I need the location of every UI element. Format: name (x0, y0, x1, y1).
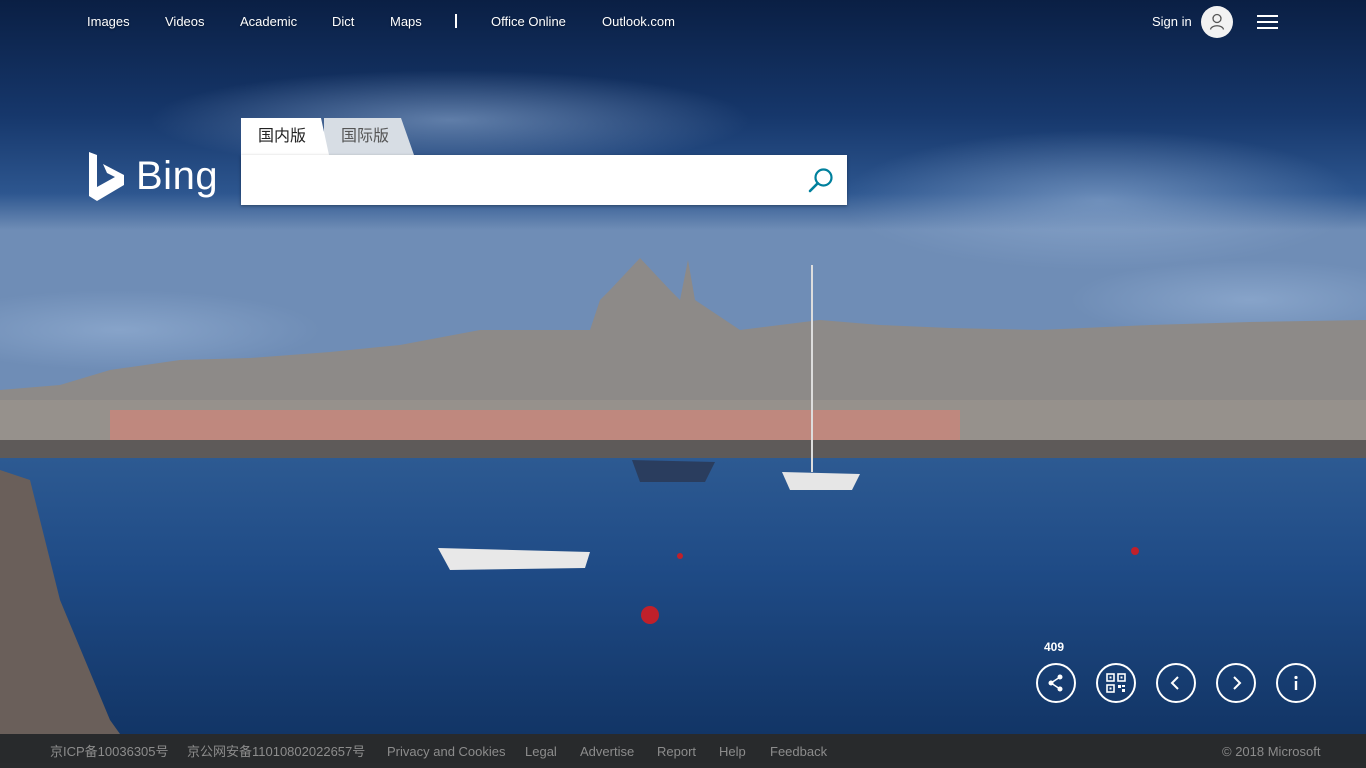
footer-link-report[interactable]: Report (657, 744, 696, 759)
footer: 京ICP备10036305号 京公网安备11010802022657号 Priv… (0, 734, 1366, 768)
tab-domestic[interactable]: 国内版 (241, 118, 329, 155)
nav-divider (455, 14, 457, 28)
qr-code-icon (1106, 673, 1126, 693)
bing-logo[interactable]: Bing (88, 151, 218, 203)
footer-link-icp[interactable]: 京ICP备10036305号 (50, 744, 169, 759)
image-info-button[interactable] (1276, 663, 1316, 703)
search-box (241, 155, 847, 205)
qr-code-button[interactable] (1096, 663, 1136, 703)
user-icon (1209, 13, 1225, 30)
nav-link-videos[interactable]: Videos (165, 14, 205, 30)
search-icon (808, 168, 833, 193)
top-navigation: Images Videos Academic Dict Maps Office … (0, 0, 1366, 44)
avatar[interactable] (1201, 6, 1233, 38)
footer-link-legal[interactable]: Legal (525, 744, 557, 759)
nav-link-dict[interactable]: Dict (332, 14, 354, 30)
tab-international[interactable]: 国际版 (324, 118, 414, 155)
nav-link-academic[interactable]: Academic (240, 14, 297, 30)
chevron-right-icon (1233, 676, 1242, 690)
share-count: 409 (1044, 640, 1065, 654)
share-button[interactable] (1036, 663, 1076, 703)
chevron-left-icon (1170, 676, 1179, 690)
footer-link-advertise[interactable]: Advertise (580, 744, 634, 759)
copyright-text: © 2018 Microsoft (1222, 744, 1321, 759)
footer-link-feedback[interactable]: Feedback (770, 744, 827, 759)
footer-link-privacy[interactable]: Privacy and Cookies (387, 744, 506, 759)
info-icon (1294, 675, 1298, 690)
footer-link-help[interactable]: Help (719, 744, 746, 759)
nav-link-maps[interactable]: Maps (390, 14, 422, 30)
menu-hamburger-icon[interactable] (1256, 14, 1280, 32)
nav-link-office-online[interactable]: Office Online (491, 14, 566, 30)
bing-logo-icon (89, 152, 124, 201)
footer-link-security[interactable]: 京公网安备11010802022657号 (187, 744, 365, 759)
nav-link-outlook[interactable]: Outlook.com (602, 14, 675, 30)
nav-link-images[interactable]: Images (87, 14, 130, 30)
share-icon (1048, 674, 1063, 692)
bing-logo-text: Bing (136, 154, 219, 198)
search-input[interactable] (253, 165, 797, 197)
background-image (0, 0, 1366, 734)
next-image-button[interactable] (1216, 663, 1256, 703)
previous-image-button[interactable] (1156, 663, 1196, 703)
sign-in-link[interactable]: Sign in (1152, 14, 1192, 29)
search-button[interactable] (806, 166, 836, 196)
